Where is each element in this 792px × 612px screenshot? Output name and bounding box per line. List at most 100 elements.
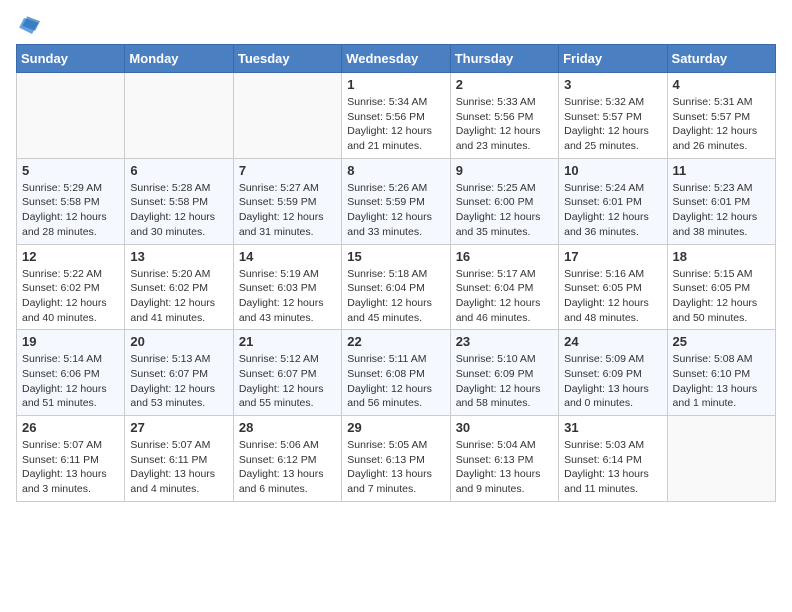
- day-info: Sunrise: 5:29 AM Sunset: 5:58 PM Dayligh…: [22, 181, 119, 240]
- calendar-cell: 19 Sunrise: 5:14 AM Sunset: 6:06 PM Dayli…: [17, 330, 125, 416]
- day-info: Sunrise: 5:25 AM Sunset: 6:00 PM Dayligh…: [456, 181, 553, 240]
- day-number: 25: [673, 334, 770, 349]
- calendar-cell: [125, 73, 233, 159]
- calendar-cell: 18 Sunrise: 5:15 AM Sunset: 6:05 PM Dayli…: [667, 244, 775, 330]
- calendar-cell: [667, 416, 775, 502]
- logo: [16, 16, 44, 36]
- calendar-week-4: 19 Sunrise: 5:14 AM Sunset: 6:06 PM Dayli…: [17, 330, 776, 416]
- day-info: Sunrise: 5:32 AM Sunset: 5:57 PM Dayligh…: [564, 95, 661, 154]
- page-header: [16, 16, 776, 36]
- weekday-header-monday: Monday: [125, 45, 233, 73]
- day-number: 1: [347, 77, 444, 92]
- day-number: 30: [456, 420, 553, 435]
- day-number: 4: [673, 77, 770, 92]
- day-info: Sunrise: 5:17 AM Sunset: 6:04 PM Dayligh…: [456, 267, 553, 326]
- day-number: 2: [456, 77, 553, 92]
- calendar-cell: 4 Sunrise: 5:31 AM Sunset: 5:57 PM Daylig…: [667, 73, 775, 159]
- day-info: Sunrise: 5:11 AM Sunset: 6:08 PM Dayligh…: [347, 352, 444, 411]
- day-number: 29: [347, 420, 444, 435]
- day-number: 10: [564, 163, 661, 178]
- calendar-cell: 13 Sunrise: 5:20 AM Sunset: 6:02 PM Dayli…: [125, 244, 233, 330]
- day-number: 11: [673, 163, 770, 178]
- calendar-cell: 2 Sunrise: 5:33 AM Sunset: 5:56 PM Daylig…: [450, 73, 558, 159]
- day-number: 22: [347, 334, 444, 349]
- day-number: 14: [239, 249, 336, 264]
- day-info: Sunrise: 5:07 AM Sunset: 6:11 PM Dayligh…: [22, 438, 119, 497]
- calendar-cell: 21 Sunrise: 5:12 AM Sunset: 6:07 PM Dayli…: [233, 330, 341, 416]
- day-number: 21: [239, 334, 336, 349]
- calendar-week-5: 26 Sunrise: 5:07 AM Sunset: 6:11 PM Dayli…: [17, 416, 776, 502]
- day-number: 9: [456, 163, 553, 178]
- calendar-cell: 10 Sunrise: 5:24 AM Sunset: 6:01 PM Dayli…: [559, 158, 667, 244]
- day-number: 13: [130, 249, 227, 264]
- calendar-cell: 5Sunrise: 5:29 AM Sunset: 5:58 PM Daylig…: [17, 158, 125, 244]
- day-number: 16: [456, 249, 553, 264]
- day-info: Sunrise: 5:16 AM Sunset: 6:05 PM Dayligh…: [564, 267, 661, 326]
- calendar-week-2: 5Sunrise: 5:29 AM Sunset: 5:58 PM Daylig…: [17, 158, 776, 244]
- day-info: Sunrise: 5:22 AM Sunset: 6:02 PM Dayligh…: [22, 267, 119, 326]
- calendar-body: 1 Sunrise: 5:34 AM Sunset: 5:56 PM Daylig…: [17, 73, 776, 502]
- weekday-header-wednesday: Wednesday: [342, 45, 450, 73]
- day-info: Sunrise: 5:05 AM Sunset: 6:13 PM Dayligh…: [347, 438, 444, 497]
- calendar-header: SundayMondayTuesdayWednesdayThursdayFrid…: [17, 45, 776, 73]
- day-info: Sunrise: 5:24 AM Sunset: 6:01 PM Dayligh…: [564, 181, 661, 240]
- day-info: Sunrise: 5:10 AM Sunset: 6:09 PM Dayligh…: [456, 352, 553, 411]
- day-info: Sunrise: 5:06 AM Sunset: 6:12 PM Dayligh…: [239, 438, 336, 497]
- day-info: Sunrise: 5:08 AM Sunset: 6:10 PM Dayligh…: [673, 352, 770, 411]
- day-number: 18: [673, 249, 770, 264]
- day-number: 31: [564, 420, 661, 435]
- calendar-cell: 23 Sunrise: 5:10 AM Sunset: 6:09 PM Dayli…: [450, 330, 558, 416]
- calendar-cell: [233, 73, 341, 159]
- day-info: Sunrise: 5:33 AM Sunset: 5:56 PM Dayligh…: [456, 95, 553, 154]
- day-info: Sunrise: 5:34 AM Sunset: 5:56 PM Dayligh…: [347, 95, 444, 154]
- day-info: Sunrise: 5:31 AM Sunset: 5:57 PM Dayligh…: [673, 95, 770, 154]
- calendar-cell: 14 Sunrise: 5:19 AM Sunset: 6:03 PM Dayli…: [233, 244, 341, 330]
- day-info: Sunrise: 5:12 AM Sunset: 6:07 PM Dayligh…: [239, 352, 336, 411]
- calendar-week-3: 12 Sunrise: 5:22 AM Sunset: 6:02 PM Dayli…: [17, 244, 776, 330]
- day-info: Sunrise: 5:20 AM Sunset: 6:02 PM Dayligh…: [130, 267, 227, 326]
- calendar-cell: 17 Sunrise: 5:16 AM Sunset: 6:05 PM Dayli…: [559, 244, 667, 330]
- calendar-cell: 7 Sunrise: 5:27 AM Sunset: 5:59 PM Daylig…: [233, 158, 341, 244]
- day-info: Sunrise: 5:14 AM Sunset: 6:06 PM Dayligh…: [22, 352, 119, 411]
- day-info: Sunrise: 5:27 AM Sunset: 5:59 PM Dayligh…: [239, 181, 336, 240]
- day-info: Sunrise: 5:23 AM Sunset: 6:01 PM Dayligh…: [673, 181, 770, 240]
- calendar-cell: 12 Sunrise: 5:22 AM Sunset: 6:02 PM Dayli…: [17, 244, 125, 330]
- weekday-header-thursday: Thursday: [450, 45, 558, 73]
- day-info: Sunrise: 5:07 AM Sunset: 6:11 PM Dayligh…: [130, 438, 227, 497]
- calendar-cell: 28 Sunrise: 5:06 AM Sunset: 6:12 PM Dayli…: [233, 416, 341, 502]
- day-number: 7: [239, 163, 336, 178]
- calendar-cell: 16 Sunrise: 5:17 AM Sunset: 6:04 PM Dayli…: [450, 244, 558, 330]
- calendar-cell: 29 Sunrise: 5:05 AM Sunset: 6:13 PM Dayli…: [342, 416, 450, 502]
- day-info: Sunrise: 5:13 AM Sunset: 6:07 PM Dayligh…: [130, 352, 227, 411]
- weekday-header-friday: Friday: [559, 45, 667, 73]
- calendar-cell: 11 Sunrise: 5:23 AM Sunset: 6:01 PM Dayli…: [667, 158, 775, 244]
- day-number: 28: [239, 420, 336, 435]
- day-info: Sunrise: 5:18 AM Sunset: 6:04 PM Dayligh…: [347, 267, 444, 326]
- day-number: 20: [130, 334, 227, 349]
- weekday-header-sunday: Sunday: [17, 45, 125, 73]
- day-info: Sunrise: 5:04 AM Sunset: 6:13 PM Dayligh…: [456, 438, 553, 497]
- day-number: 27: [130, 420, 227, 435]
- day-number: 17: [564, 249, 661, 264]
- day-info: Sunrise: 5:19 AM Sunset: 6:03 PM Dayligh…: [239, 267, 336, 326]
- calendar-cell: 8Sunrise: 5:26 AM Sunset: 5:59 PM Daylig…: [342, 158, 450, 244]
- calendar-table: SundayMondayTuesdayWednesdayThursdayFrid…: [16, 44, 776, 502]
- calendar-cell: 22 Sunrise: 5:11 AM Sunset: 6:08 PM Dayli…: [342, 330, 450, 416]
- day-number: 3: [564, 77, 661, 92]
- logo-icon: [16, 16, 40, 36]
- calendar-cell: 26 Sunrise: 5:07 AM Sunset: 6:11 PM Dayli…: [17, 416, 125, 502]
- calendar-cell: 9 Sunrise: 5:25 AM Sunset: 6:00 PM Daylig…: [450, 158, 558, 244]
- calendar-cell: 3 Sunrise: 5:32 AM Sunset: 5:57 PM Daylig…: [559, 73, 667, 159]
- weekday-header-tuesday: Tuesday: [233, 45, 341, 73]
- day-info: Sunrise: 5:26 AM Sunset: 5:59 PM Dayligh…: [347, 181, 444, 240]
- day-number: 24: [564, 334, 661, 349]
- calendar-cell: 6Sunrise: 5:28 AM Sunset: 5:58 PM Daylig…: [125, 158, 233, 244]
- day-info: Sunrise: 5:15 AM Sunset: 6:05 PM Dayligh…: [673, 267, 770, 326]
- day-number: 19: [22, 334, 119, 349]
- calendar-cell: 24Sunrise: 5:09 AM Sunset: 6:09 PM Dayli…: [559, 330, 667, 416]
- calendar-cell: 30 Sunrise: 5:04 AM Sunset: 6:13 PM Dayli…: [450, 416, 558, 502]
- day-number: 23: [456, 334, 553, 349]
- day-number: 12: [22, 249, 119, 264]
- day-number: 26: [22, 420, 119, 435]
- calendar-cell: 31Sunrise: 5:03 AM Sunset: 6:14 PM Dayli…: [559, 416, 667, 502]
